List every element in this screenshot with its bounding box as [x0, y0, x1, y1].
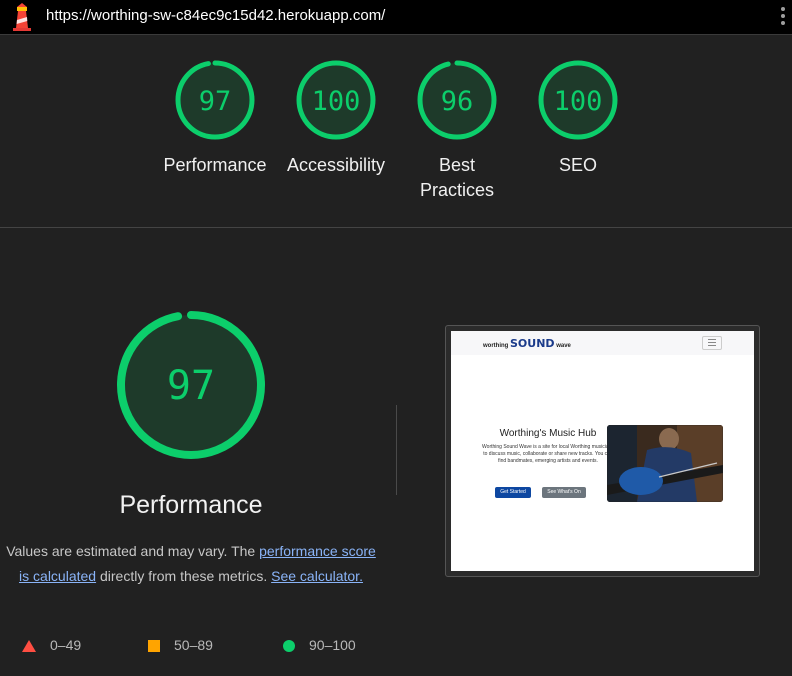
performance-score: 97 — [167, 363, 215, 409]
gauge-label: Accessibility — [286, 155, 386, 175]
gauge-label: SEO — [558, 155, 597, 175]
thumb-get-started-button: Get Started — [495, 487, 531, 498]
score-ring: 97 — [175, 60, 255, 140]
menu-icon — [702, 336, 722, 350]
gauge-score: 97 — [199, 86, 232, 117]
gauge-seo[interactable]: 100 SEO — [518, 59, 638, 178]
thumb-heading: Worthing's Music Hub — [499, 428, 597, 439]
guitarist-photo — [607, 425, 723, 502]
gauge-score: 96 — [441, 86, 474, 117]
gauge-accessibility[interactable]: 100 Accessibility — [276, 59, 396, 178]
legend-average: 50–89 — [148, 635, 213, 655]
gauge-performance[interactable]: 97 Performance — [155, 59, 275, 178]
description-text: directly from these metrics. — [96, 568, 272, 584]
square-icon — [148, 640, 160, 653]
report-topbar: https://worthing-sw-c84ec9c15d42.herokua… — [0, 0, 792, 35]
final-screenshot[interactable]: worthing SOUND wave Worthing's Music Hub… — [445, 325, 760, 577]
gauge-label: Best Practices — [419, 155, 495, 200]
legend-fail: 0–49 — [22, 635, 81, 655]
gauge-label: Performance — [163, 155, 267, 175]
performance-title: Performance — [119, 491, 263, 519]
score-ring: 96 — [417, 60, 497, 140]
lighthouse-icon — [13, 3, 31, 31]
gauge-score: 100 — [554, 86, 603, 117]
legend-range: 90–100 — [309, 637, 356, 653]
thumb-whats-on-button: See What's On — [542, 487, 586, 498]
more-options-icon[interactable] — [778, 5, 788, 29]
category-gauges: 97 Performance 100 Accessibility 96 Best… — [0, 35, 792, 228]
legend-range: 50–89 — [174, 637, 213, 653]
gauge-best-practices[interactable]: 96 Best Practices — [397, 59, 517, 203]
section-divider — [396, 405, 397, 495]
triangle-icon — [22, 640, 36, 653]
thumb-navbar: worthing SOUND wave — [451, 331, 754, 355]
calculator-link[interactable]: See calculator. — [271, 568, 363, 584]
thumb-intro-text: Worthing Sound Wave is a site for local … — [482, 444, 614, 464]
page-url[interactable]: https://worthing-sw-c84ec9c15d42.herokua… — [46, 7, 385, 24]
gauge-score: 100 — [312, 86, 361, 117]
performance-description: Values are estimated and may vary. The p… — [6, 539, 376, 589]
legend-range: 0–49 — [50, 637, 82, 653]
description-text: Values are estimated and may vary. The — [6, 543, 260, 559]
thumb-logo: worthing SOUND wave — [483, 337, 571, 350]
screenshot-thumbnail: worthing SOUND wave Worthing's Music Hub… — [451, 331, 754, 571]
score-ring: 100 — [296, 60, 376, 140]
legend-pass: 90–100 — [283, 635, 356, 655]
performance-gauge-large: 97 — [117, 311, 265, 459]
score-ring: 100 — [538, 60, 618, 140]
circle-icon — [283, 640, 295, 653]
